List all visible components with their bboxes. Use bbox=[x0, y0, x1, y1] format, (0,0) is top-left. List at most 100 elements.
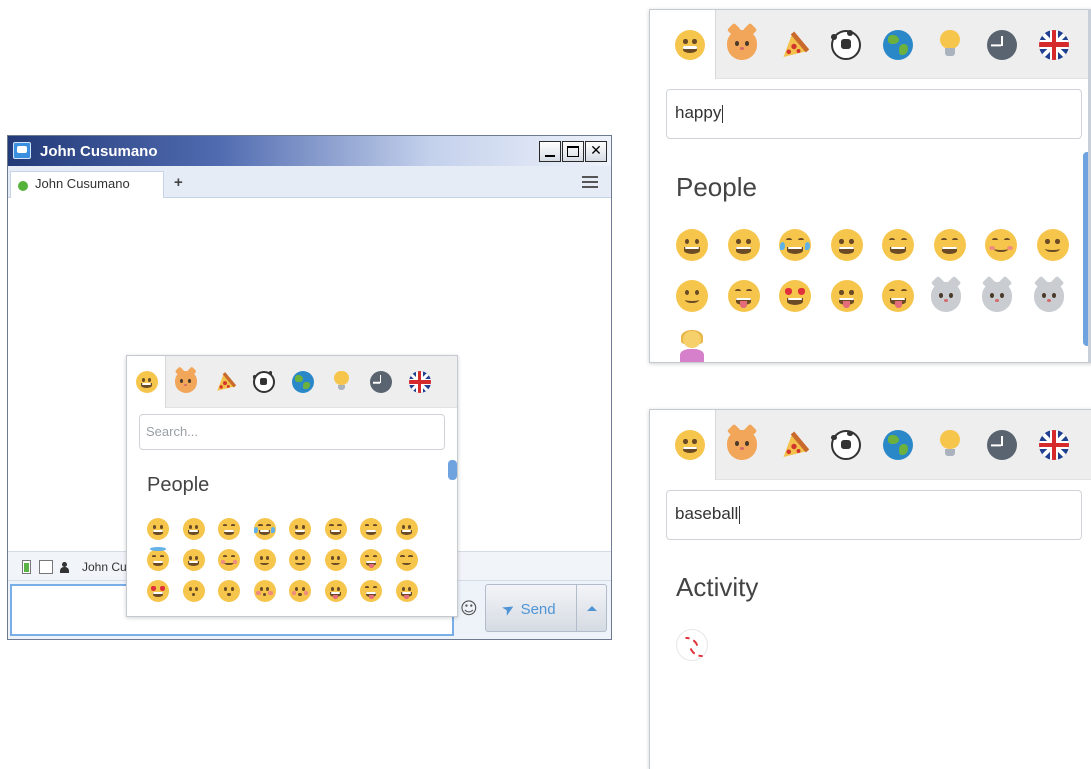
maximize-button[interactable] bbox=[562, 141, 584, 162]
tab-conversation[interactable]: John Cusumano bbox=[10, 171, 164, 199]
cat-icon[interactable] bbox=[726, 423, 758, 460]
kiss-closed-emoji[interactable] bbox=[289, 580, 311, 602]
tab-lightbulb[interactable] bbox=[924, 410, 976, 480]
grin-closed-emoji[interactable] bbox=[324, 518, 347, 540]
grinning-cat-emoji[interactable] bbox=[981, 275, 1013, 312]
wink-tongue-emoji[interactable] bbox=[830, 280, 863, 312]
tab-uk-flag[interactable] bbox=[400, 356, 439, 408]
halo-emoji[interactable] bbox=[147, 546, 169, 571]
smile-icon[interactable] bbox=[135, 371, 158, 393]
cat-icon[interactable] bbox=[726, 23, 758, 60]
minimize-button[interactable] bbox=[539, 141, 561, 162]
tab-pizza[interactable] bbox=[205, 356, 244, 408]
tab-pizza[interactable] bbox=[768, 10, 820, 79]
menu-icon[interactable] bbox=[582, 176, 598, 188]
grin-emoji[interactable] bbox=[395, 518, 418, 540]
grin-emoji[interactable] bbox=[676, 229, 708, 261]
grin-emoji[interactable] bbox=[830, 229, 863, 261]
tab-uk-flag[interactable] bbox=[1028, 410, 1080, 480]
tab-lightbulb[interactable] bbox=[322, 356, 361, 408]
clock-icon bbox=[987, 430, 1017, 460]
tab-globe[interactable] bbox=[872, 410, 924, 480]
person-raising-hand-emoji[interactable] bbox=[676, 330, 708, 362]
smile-emoji[interactable] bbox=[676, 280, 708, 312]
joy-cat-emoji[interactable] bbox=[1033, 275, 1065, 312]
tab-clock[interactable] bbox=[976, 10, 1028, 79]
uk-flag-icon bbox=[1039, 29, 1069, 60]
smile-emoji[interactable] bbox=[253, 549, 276, 571]
smile-icon[interactable] bbox=[675, 29, 705, 60]
wink-tongue-emoji[interactable] bbox=[324, 580, 347, 602]
tab-smile[interactable] bbox=[650, 10, 716, 79]
search-placeholder: Search... bbox=[146, 424, 199, 439]
grimace-emoji[interactable] bbox=[182, 518, 205, 540]
grin-closed-emoji[interactable] bbox=[218, 518, 240, 540]
emoji-picker-happy: happy People bbox=[649, 9, 1091, 363]
tab-clock[interactable] bbox=[361, 356, 400, 408]
pizza-icon bbox=[214, 371, 236, 393]
tab-clock[interactable] bbox=[976, 410, 1028, 480]
grin-closed-emoji[interactable] bbox=[882, 229, 914, 261]
joy-emoji[interactable] bbox=[253, 518, 276, 540]
tab-uk-flag[interactable] bbox=[1028, 10, 1080, 79]
scrollbar[interactable] bbox=[448, 460, 457, 480]
smile-emoji[interactable] bbox=[324, 549, 347, 571]
add-tab-button[interactable]: + bbox=[174, 174, 183, 191]
kiss-closed-emoji[interactable] bbox=[253, 580, 276, 602]
heart-eyes-emoji[interactable] bbox=[779, 280, 811, 312]
blush-smile-emoji[interactable] bbox=[218, 549, 240, 571]
search-input[interactable]: baseball bbox=[666, 490, 1082, 540]
smiling-cat-emoji[interactable] bbox=[930, 275, 962, 312]
close-button[interactable]: ✕ bbox=[585, 141, 607, 162]
laugh-emoji[interactable] bbox=[360, 518, 382, 540]
squint-tongue-emoji[interactable] bbox=[360, 580, 382, 602]
wink-emoji[interactable] bbox=[182, 549, 205, 571]
search-input[interactable]: Search... bbox=[139, 414, 445, 450]
tab-soccer-ball[interactable] bbox=[244, 356, 283, 408]
grin-emoji[interactable] bbox=[147, 518, 169, 540]
tab-smile[interactable] bbox=[650, 410, 716, 480]
globe-icon bbox=[883, 29, 913, 60]
pizza-icon bbox=[779, 30, 810, 60]
yum-emoji[interactable] bbox=[727, 280, 760, 312]
tab-lightbulb[interactable] bbox=[924, 10, 976, 79]
smile-emoji[interactable] bbox=[1036, 229, 1069, 261]
search-value: baseball bbox=[675, 504, 739, 523]
baseball-emoji[interactable] bbox=[676, 629, 708, 661]
battery-icon bbox=[22, 560, 31, 574]
globe-icon bbox=[883, 430, 913, 460]
kiss-emoji[interactable] bbox=[218, 580, 240, 602]
tab-cat[interactable] bbox=[166, 356, 205, 408]
grimace-emoji[interactable] bbox=[727, 229, 760, 261]
tongue-emoji[interactable] bbox=[395, 580, 418, 602]
tab-smile[interactable] bbox=[127, 356, 166, 408]
kiss-wink-emoji[interactable] bbox=[182, 580, 205, 602]
heart-eyes-emoji[interactable] bbox=[147, 580, 169, 602]
emoji-picker-icon[interactable]: ☺ bbox=[460, 599, 478, 619]
send-options-button[interactable] bbox=[577, 584, 607, 632]
screen-share-icon[interactable] bbox=[39, 560, 53, 574]
tab-pizza[interactable] bbox=[768, 410, 820, 480]
smile-icon[interactable] bbox=[675, 430, 705, 460]
relieved-emoji[interactable] bbox=[395, 549, 418, 571]
send-button[interactable]: ➤ Send bbox=[485, 584, 577, 632]
grin-emoji[interactable] bbox=[289, 518, 311, 540]
upside-emoji[interactable] bbox=[289, 549, 311, 571]
soccer-ball-icon bbox=[831, 430, 861, 460]
tab-cat[interactable] bbox=[716, 10, 768, 79]
joy-emoji[interactable] bbox=[779, 229, 811, 261]
tab-globe[interactable] bbox=[872, 10, 924, 79]
title-bar: John Cusumano ✕ bbox=[8, 136, 611, 166]
tab-soccer-ball[interactable] bbox=[820, 10, 872, 79]
squint-tongue-emoji[interactable] bbox=[882, 280, 914, 312]
blush-smile-emoji[interactable] bbox=[985, 229, 1017, 261]
yum-emoji[interactable] bbox=[360, 549, 382, 571]
tab-soccer-ball[interactable] bbox=[820, 410, 872, 480]
search-input[interactable]: happy bbox=[666, 89, 1082, 139]
laugh-emoji[interactable] bbox=[933, 229, 966, 261]
uk-flag-icon bbox=[408, 371, 431, 393]
tab-cat[interactable] bbox=[716, 410, 768, 480]
section-title: People bbox=[147, 474, 210, 496]
cat-icon[interactable] bbox=[174, 366, 197, 393]
tab-globe[interactable] bbox=[283, 356, 322, 408]
